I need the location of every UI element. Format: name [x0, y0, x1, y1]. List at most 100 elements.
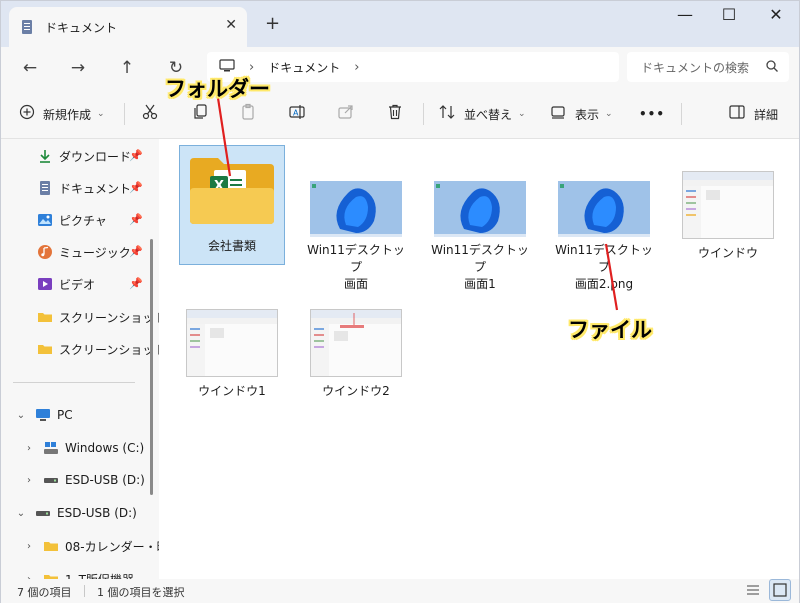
sort-button[interactable]: 並べ替え ⌄ — [438, 101, 526, 127]
file-list: X 会社書類 Win11デスクトップ 画面 Win11デスクトップ 画面1 Wi… — [159, 139, 799, 579]
file-item[interactable]: Win11デスクトップ 画面 — [303, 181, 409, 293]
paste-button[interactable] — [239, 101, 265, 127]
pin-icon[interactable]: 📌 — [129, 277, 143, 290]
details-button[interactable]: 詳細 — [728, 101, 778, 127]
document-icon — [19, 19, 35, 35]
share-icon — [337, 103, 355, 125]
share-button[interactable] — [337, 101, 363, 127]
tree-item-windows-c[interactable]: › Windows (C:) — [21, 436, 159, 460]
sidebar-item-label: スクリーンショット — [59, 342, 159, 357]
tree-item-label: PC — [57, 408, 73, 422]
cut-button[interactable] — [141, 101, 167, 127]
navigation-bar: ← → ↑ ↻ › ドキュメント › ドキュメントの検索 — [1, 47, 799, 89]
tree-item-label: ESD-USB (D:) — [57, 506, 137, 520]
tree-item-esd-usb[interactable]: › ESD-USB (D:) — [21, 468, 159, 492]
copy-button[interactable] — [191, 101, 217, 127]
sidebar-item-label: ドキュメント — [59, 181, 132, 196]
usb-drive-icon — [43, 472, 59, 488]
chevron-right-icon[interactable]: › — [21, 443, 37, 454]
video-icon — [37, 276, 53, 292]
tab-documents[interactable]: ドキュメント ✕ — [9, 7, 247, 47]
rename-icon: A — [288, 103, 306, 125]
sidebar-divider — [13, 382, 135, 383]
folder-callout: フォルダー — [165, 77, 270, 101]
minimize-button[interactable]: — — [665, 5, 705, 24]
search-icon — [765, 59, 779, 76]
folder-icon — [43, 538, 59, 554]
folder-item[interactable]: X 会社書類 — [179, 145, 285, 265]
folder-icon — [43, 571, 59, 579]
drive-icon — [43, 440, 59, 456]
new-label: 新規作成 — [43, 107, 92, 122]
search-placeholder: ドキュメントの検索 — [641, 60, 750, 75]
file-name: ウインドウ — [697, 246, 758, 260]
chevron-right-icon[interactable]: › — [21, 475, 37, 486]
chevron-down-icon[interactable]: ⌄ — [13, 508, 29, 519]
pin-icon[interactable]: 📌 — [129, 181, 143, 194]
rename-button[interactable]: A — [288, 101, 314, 127]
forward-button[interactable]: → — [64, 55, 92, 81]
file-name: Win11デスクトップ — [555, 243, 653, 274]
sidebar-item-label: ピクチャ — [59, 213, 107, 228]
sidebar-scrollbar[interactable] — [150, 239, 153, 495]
up-button[interactable]: ↑ — [113, 55, 141, 81]
sidebar-item-label: スクリーンショット — [59, 310, 159, 325]
details-view-button[interactable] — [745, 582, 761, 601]
breadcrumb-documents[interactable]: ドキュメント — [268, 59, 340, 76]
tree-item-label: 08-カレンダー・時 — [65, 539, 159, 554]
file-item[interactable]: ウインドウ2 — [303, 309, 409, 400]
more-options-button[interactable]: ••• — [639, 101, 665, 127]
file-callout: ファイル — [568, 318, 652, 342]
view-button[interactable]: 表示 ⌄ — [549, 101, 613, 127]
svg-text:A: A — [293, 109, 299, 118]
chevron-down-icon: ⌄ — [518, 109, 526, 119]
chevron-right-icon[interactable]: › — [354, 60, 359, 75]
pin-icon[interactable]: 📌 — [129, 149, 143, 162]
details-label: 詳細 — [754, 107, 779, 122]
image-thumbnail — [186, 309, 278, 377]
back-button[interactable]: ← — [16, 55, 44, 81]
image-thumbnail — [310, 181, 402, 237]
file-item[interactable]: ウインドウ1 — [179, 309, 285, 400]
status-bar: 7 個の項目 1 個の項目を選択 — [1, 579, 799, 603]
tree-item-sales-folder[interactable]: › 1_T販促機器 — [21, 567, 159, 579]
navigation-pane: ダウンロード 📌 ドキュメント 📌 ピクチャ 📌 ミュージック 📌 ビデオ 📌 … — [1, 139, 159, 579]
chevron-down-icon: ⌄ — [97, 109, 105, 119]
sidebar-item-label: ミュージック — [59, 245, 131, 260]
large-icons-view-button[interactable] — [769, 579, 791, 601]
folder-icon — [37, 341, 53, 357]
new-tab-button[interactable]: + — [265, 13, 280, 34]
divider — [423, 103, 424, 125]
tree-item-label: ESD-USB (D:) — [65, 473, 145, 487]
tree-item-calendar-folder[interactable]: › 08-カレンダー・時 — [21, 534, 159, 558]
sidebar-item-screenshots-2[interactable]: スクリーンショット — [37, 337, 159, 361]
usb-drive-icon — [35, 505, 51, 521]
pin-icon[interactable]: 📌 — [129, 213, 143, 226]
folder-icon — [37, 309, 53, 325]
tab-close-button[interactable]: ✕ — [225, 17, 237, 33]
file-item[interactable]: Win11デスクトップ 画面2.png — [551, 181, 657, 293]
file-name: 会社書類 — [207, 239, 256, 253]
new-button[interactable]: 新規作成 ⌄ — [19, 101, 105, 127]
file-item[interactable]: ウインドウ — [675, 171, 781, 262]
chevron-down-icon[interactable]: ⌄ — [13, 410, 29, 421]
sidebar-item-label: ビデオ — [59, 277, 96, 292]
sort-icon — [438, 103, 456, 125]
scissors-icon — [141, 103, 159, 125]
file-name: Win11デスクトップ — [431, 243, 529, 274]
delete-button[interactable] — [386, 101, 412, 127]
divider — [124, 103, 125, 125]
file-name-line2: 画面1 — [464, 277, 496, 291]
search-input[interactable]: ドキュメントの検索 — [627, 52, 789, 82]
image-thumbnail — [434, 181, 526, 237]
pc-icon — [35, 407, 51, 423]
close-button[interactable]: ✕ — [756, 5, 796, 24]
image-thumbnail — [310, 309, 402, 377]
file-item[interactable]: Win11デスクトップ 画面1 — [427, 181, 533, 293]
sidebar-item-screenshots[interactable]: スクリーンショット — [37, 305, 159, 329]
maximize-button[interactable]: ☐ — [709, 5, 749, 24]
chevron-right-icon[interactable]: › — [21, 541, 37, 552]
tree-item-esd-usb-root[interactable]: ⌄ ESD-USB (D:) — [13, 501, 159, 525]
pin-icon[interactable]: 📌 — [129, 245, 143, 258]
tree-item-pc[interactable]: ⌄ PC — [13, 403, 159, 427]
